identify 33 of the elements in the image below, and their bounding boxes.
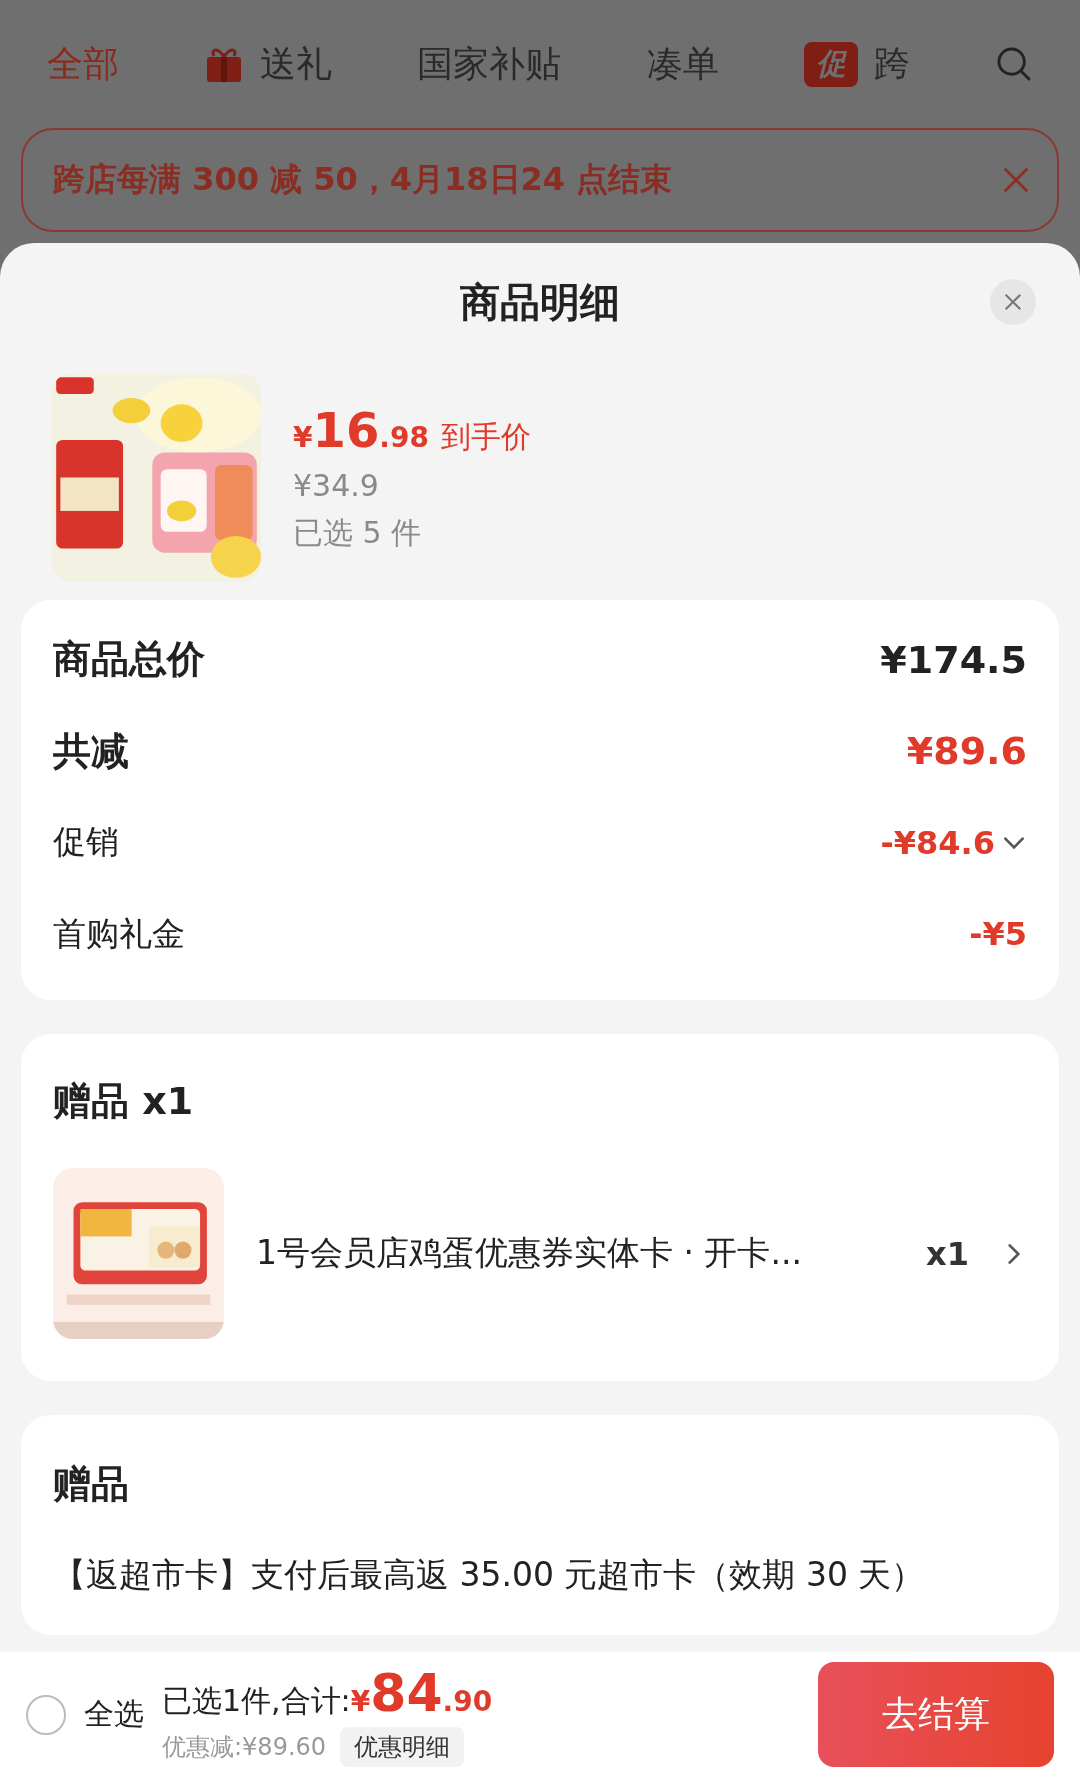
select-all-label: 全选 [84, 1695, 144, 1733]
banner-text: 跨店每满 300 减 50，4月18日24 点结束 [53, 159, 673, 200]
total-summary: 已选1件,合计:¥84.90 [162, 1662, 494, 1723]
close-icon[interactable] [1001, 165, 1031, 195]
checkout-button[interactable]: 去结算 [818, 1662, 1054, 1767]
category-tab[interactable]: 国家补贴 [417, 39, 562, 89]
row-value: ¥174.5 [880, 637, 1027, 682]
row-label: 共减 [53, 727, 129, 775]
row-label: 促销 [53, 821, 119, 864]
row-value: ¥89.6 [906, 729, 1027, 774]
select-all-radio[interactable] [26, 1694, 66, 1735]
row-value: -¥84.6 [880, 823, 995, 862]
row-label: 商品总价 [53, 636, 205, 684]
close-icon [1002, 291, 1024, 313]
close-button[interactable] [990, 279, 1036, 325]
card-title: 赠品 x1 [53, 1077, 195, 1125]
category-tab[interactable]: 送礼 [204, 39, 333, 89]
gift-note: 【返超市卡】支付后最高返 35.00 元超市卡（效期 30 天） [53, 1554, 926, 1596]
selected-count: 已选 5 件 [293, 513, 423, 552]
category-tab[interactable]: 全部 [47, 39, 119, 89]
discount-text: 优惠减:¥89.60 [162, 1731, 327, 1763]
row-label: 首购礼金 [53, 912, 185, 955]
card-title: 赠品 [53, 1460, 130, 1508]
original-price: ¥34.9 [293, 467, 380, 503]
final-price: ¥16.98 到手价 [293, 401, 531, 458]
category-tab[interactable]: 促 跨 [803, 39, 910, 89]
promo-badge: 促 [803, 41, 858, 87]
category-tab[interactable]: 凑单 [646, 39, 719, 89]
row-value: -¥5 [969, 915, 1027, 954]
sheet-title: 商品明细 [460, 277, 620, 327]
discount-detail-button[interactable]: 优惠明细 [340, 1726, 465, 1767]
gift-name: 1号会员店鸡蛋优惠券实体卡 · 开卡... [256, 1232, 803, 1274]
gift-quantity: x1 [926, 1234, 969, 1273]
